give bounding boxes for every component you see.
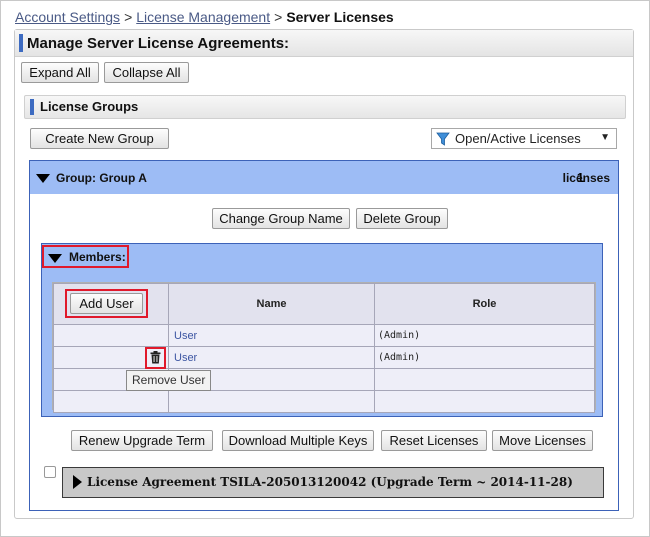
expand-all-button[interactable]: Expand All: [21, 62, 99, 83]
remove-user-tooltip: Remove User: [126, 370, 212, 391]
breadcrumb-license-management[interactable]: License Management: [136, 9, 270, 25]
member-role: [374, 390, 595, 413]
delete-group-button[interactable]: Delete Group: [356, 208, 448, 229]
group-license-unit: licenses: [562, 171, 610, 185]
breadcrumb-separator: >: [124, 9, 133, 25]
table-row: [53, 390, 595, 413]
table-row: User (Admin): [53, 324, 595, 347]
row-action-cell: [53, 390, 169, 413]
move-licenses-button[interactable]: Move Licenses: [492, 430, 593, 451]
renew-upgrade-term-button[interactable]: Renew Upgrade Term: [71, 430, 213, 451]
members-title: Members:: [69, 250, 126, 264]
license-groups-header: License Groups: [24, 95, 626, 119]
create-new-group-button[interactable]: Create New Group: [30, 128, 169, 149]
breadcrumb: Account Settings > License Management > Serv…: [15, 9, 394, 25]
member-name: [168, 390, 375, 413]
breadcrumb-current: Server Licenses: [286, 9, 394, 25]
reset-licenses-button[interactable]: Reset Licenses: [381, 430, 487, 451]
column-header-name: Name: [168, 283, 375, 325]
group-title: Group: Group A: [56, 171, 147, 185]
panel-header-accent: [19, 34, 23, 52]
expand-triangle-icon[interactable]: [73, 475, 82, 489]
member-role: (Admin): [374, 324, 595, 347]
license-group: Group: Group A 1 licenses Change Group N…: [29, 160, 619, 511]
filter-icon: [436, 132, 450, 149]
add-user-button[interactable]: Add User: [70, 293, 143, 314]
row-action-cell: [53, 324, 169, 347]
license-filter-select[interactable]: Open/Active Licenses ▼: [431, 128, 617, 149]
page-title: Manage Server License Agreements:: [27, 35, 290, 52]
panel-header: Manage Server License Agreements:: [15, 30, 633, 57]
change-group-name-button[interactable]: Change Group Name: [212, 208, 350, 229]
download-multiple-keys-button[interactable]: Download Multiple Keys: [222, 430, 374, 451]
breadcrumb-account-settings[interactable]: Account Settings: [15, 9, 120, 25]
filter-selected-label: Open/Active Licenses: [455, 131, 581, 146]
member-name-link[interactable]: User: [174, 330, 197, 342]
group-header[interactable]: Group: Group A 1 licenses: [30, 161, 618, 194]
agreement-checkbox[interactable]: [44, 466, 56, 478]
collapse-all-button[interactable]: Collapse All: [104, 62, 189, 83]
member-role: (Admin): [374, 346, 595, 369]
member-name: User: [168, 346, 375, 369]
member-name: User: [168, 324, 375, 347]
trash-icon[interactable]: [150, 351, 161, 367]
chevron-down-icon: ▼: [600, 132, 610, 143]
license-agreement-row[interactable]: License Agreement TSILA-205013120042 (Up…: [62, 467, 604, 498]
column-header-role: Role: [374, 283, 595, 325]
member-role: [374, 368, 595, 391]
license-groups-accent: [30, 99, 34, 115]
member-name-link[interactable]: User: [174, 352, 197, 364]
breadcrumb-separator: >: [274, 9, 283, 25]
license-agreement-title: License Agreement TSILA-205013120042 (Up…: [87, 475, 573, 489]
collapse-triangle-icon[interactable]: [48, 254, 62, 263]
license-groups-title: License Groups: [40, 99, 139, 114]
members-header[interactable]: Members:: [42, 245, 129, 268]
table-row: User (Admin): [53, 346, 595, 369]
collapse-triangle-icon[interactable]: [36, 174, 50, 183]
